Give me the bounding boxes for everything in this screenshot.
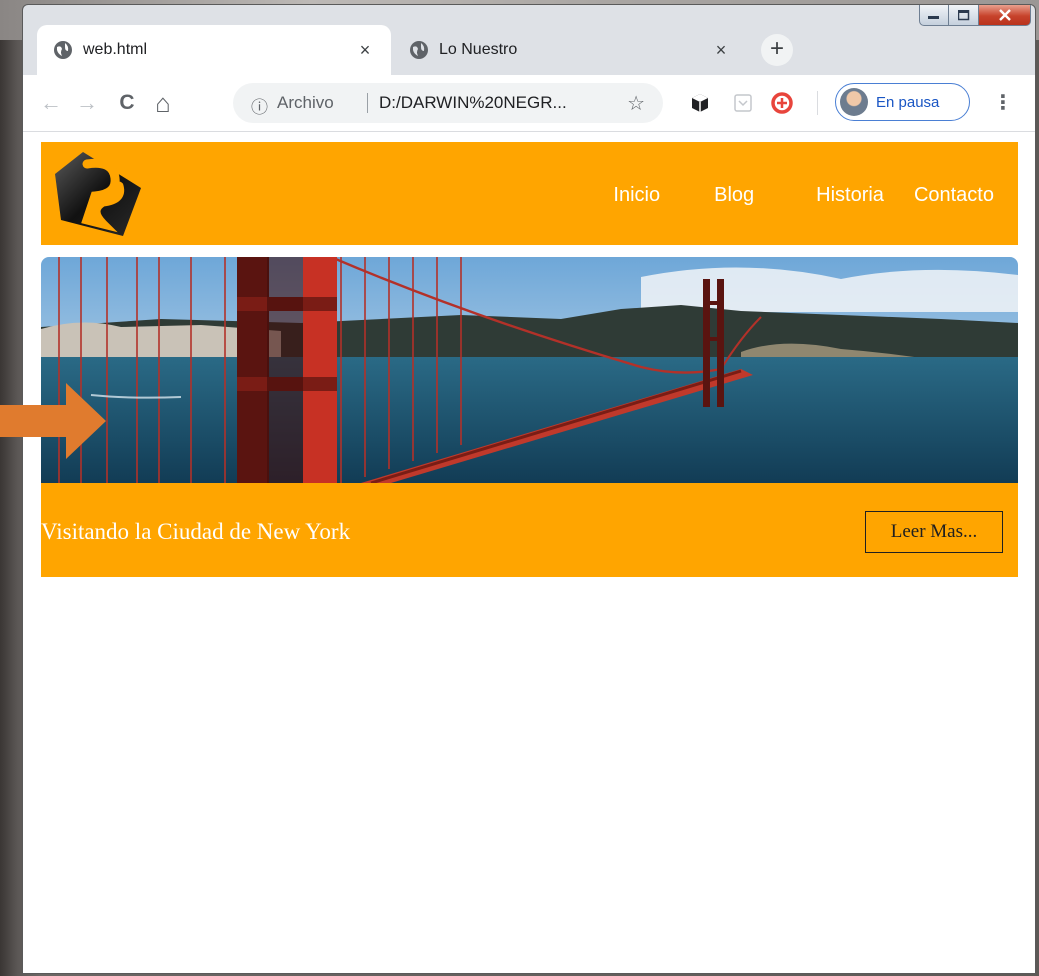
window-close-button[interactable] [979, 5, 1031, 26]
profile-button[interactable]: En pausa [835, 83, 970, 121]
close-icon [998, 9, 1011, 21]
reload-button[interactable]: C [115, 91, 139, 115]
address-separator [367, 93, 368, 113]
tab-web-html[interactable]: web.html × [37, 25, 391, 75]
home-button[interactable]: ⌂ [151, 90, 175, 116]
caption-title: Visitando la Ciudad de New York [41, 519, 351, 544]
site-label: Archivo [277, 93, 334, 112]
page-content: Inicio Blog Historia Contacto Visitando … [23, 132, 1035, 973]
toolbar-separator [817, 91, 818, 115]
address-bar[interactable]: ⓘ Archivo D:/DARWIN%20NEGR... ☆ [233, 83, 663, 123]
tab-title: Lo Nuestro [439, 41, 518, 58]
maximize-button[interactable] [949, 5, 979, 26]
info-icon[interactable]: ⓘ [251, 93, 268, 118]
globe-icon [54, 41, 72, 59]
browser-toolbar: ← → C ⌂ ⓘ Archivo D:/DARWIN%20NEGR... ☆ … [23, 75, 1035, 131]
red-swirl-extension-icon[interactable] [771, 92, 793, 114]
globe-icon [410, 41, 428, 59]
nav-link-historia[interactable]: Historia [816, 184, 884, 207]
browser-window: web.html × Lo Nuestro × + ← → C ⌂ ⓘ Arch… [22, 4, 1036, 974]
minimize-button[interactable] [919, 5, 949, 26]
hero-image-golden-gate-bridge [41, 257, 1018, 483]
hero-caption-bar: Visitando la Ciudad de New York Leer Mas… [41, 483, 1018, 577]
extension-cube-icon[interactable] [689, 92, 711, 114]
back-button[interactable]: ← [39, 91, 63, 115]
more-menu-button[interactable]: ⋮ [993, 90, 1013, 115]
nav-link-contacto[interactable]: Contacto [914, 184, 994, 207]
tab-close-button[interactable]: × [711, 40, 731, 60]
forward-button[interactable]: → [75, 91, 99, 115]
tab-close-button[interactable]: × [355, 40, 375, 60]
minimize-icon [928, 16, 939, 19]
avatar [840, 88, 868, 116]
bookmark-star-icon[interactable]: ☆ [627, 91, 645, 116]
orange-arrow-annotation [0, 383, 106, 459]
url-text[interactable]: D:/DARWIN%20NEGR... [379, 93, 567, 113]
new-tab-button[interactable]: + [761, 34, 793, 66]
site-logo[interactable] [53, 150, 143, 238]
main-nav: Inicio Blog Historia Contacto [613, 184, 994, 207]
nav-link-inicio[interactable]: Inicio [613, 184, 660, 207]
site-header: Inicio Blog Historia Contacto [41, 142, 1018, 245]
window-controls [919, 5, 1031, 26]
maximize-icon [957, 9, 969, 20]
pocket-extension-icon[interactable] [733, 93, 753, 113]
read-more-button[interactable]: Leer Mas... [865, 511, 1003, 553]
tab-lo-nuestro[interactable]: Lo Nuestro × [393, 25, 747, 75]
profile-label: En pausa [876, 93, 940, 111]
tab-title: web.html [83, 41, 148, 58]
nav-link-blog[interactable]: Blog [714, 184, 754, 207]
